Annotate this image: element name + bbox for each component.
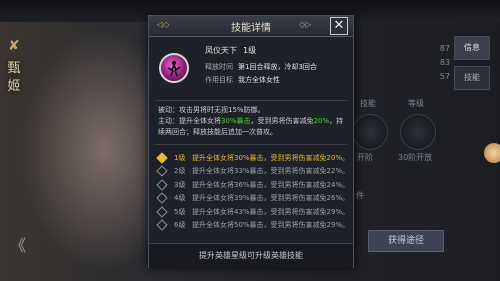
skill-section-label: 技能	[360, 99, 376, 108]
skill-header: 凤仪天下 1级 释放时间 第1回合释放，冷却3回合 作用目标 我方全体女性	[149, 37, 353, 100]
target-label: 作用目标	[205, 76, 233, 84]
release-time-row: 释放时间 第1回合释放，冷却3回合	[205, 62, 317, 72]
diamond-icon	[156, 219, 168, 231]
skill-slot[interactable]	[352, 114, 388, 150]
skill-slot-label: 开阶	[357, 153, 373, 162]
hero-name: 甄姬	[7, 61, 21, 94]
dialog-footer: 提升英雄星级可升级英雄技能	[149, 243, 353, 268]
level-row: 3级 提升全体女将36%暴击，受到男将伤害减免24%。	[155, 178, 349, 192]
dialog-title: 技能详情	[231, 23, 271, 34]
skill-name-row: 凤仪天下 1级	[205, 45, 256, 56]
level-list: 1级 提升全体女将30%暴击，受到男将伤害减免20%。 2级 提升全体女将33%暴击…	[155, 151, 349, 233]
release-time-value: 第1回合释放，冷却3回合	[238, 63, 317, 71]
tab-info[interactable]: 信息	[454, 36, 490, 60]
skill-icon	[159, 53, 189, 83]
diamond-icon	[156, 152, 168, 164]
close-button[interactable]: ✕	[330, 17, 348, 35]
level-row: 5级 提升全体女将43%暴击，受到男将伤害减免29%。	[155, 205, 349, 219]
passive-text: 被动：攻击男将时无视15%防御。	[158, 106, 265, 114]
diamond-icon	[156, 206, 168, 218]
hero-emblem-icon: ✘	[8, 38, 20, 54]
dancer-icon	[167, 60, 181, 77]
level-row: 1级 提升全体女将30%暴击，受到男将伤害减免20%。	[155, 151, 349, 165]
level-section-label: 等级	[408, 99, 424, 108]
skill-slot[interactable]	[400, 114, 436, 150]
release-time-label: 释放时间	[205, 63, 233, 71]
back-arrow-icon[interactable]: 《	[10, 232, 26, 256]
skill-detail-dialog: ◁◇ 技能详情 ◇▷ ✕ 凤仪天下 1级 释放时间 第1回合释放，冷却3回合 作用目…	[148, 15, 354, 268]
target-value: 我方全体女性	[238, 76, 280, 84]
level-row: 4级 提升全体女将39%暴击，受到男将伤害减免26%。	[155, 192, 349, 206]
level-row: 2级 提升全体女将33%暴击，受到男将伤害减免22%。	[155, 165, 349, 179]
active-text: 主动：提升全体女将30%暴击，受到男将伤害减免20%，持续两回合；释放技能后追加…	[158, 117, 344, 136]
skill-level: 1级	[243, 46, 257, 55]
obtain-button[interactable]: 获得途径	[368, 230, 444, 252]
skill-description: 被动：攻击男将时无视15%防御。 主动：提升全体女将30%暴击，受到男将伤害减免…	[158, 105, 346, 138]
tab-skills[interactable]: 技能	[454, 66, 490, 90]
target-row: 作用目标 我方全体女性	[205, 75, 280, 85]
dialog-header: ◁◇ 技能详情 ◇▷ ✕	[149, 16, 353, 37]
condition-label: 件	[356, 191, 364, 200]
level-row: 6级 提升全体女将50%暴击，受到男将伤害减免29%。	[155, 219, 349, 233]
divider	[155, 100, 347, 101]
diamond-icon	[156, 192, 168, 204]
diamond-icon	[156, 165, 168, 177]
side-tabs: 信息 技能	[454, 36, 490, 96]
diamond-icon	[156, 179, 168, 191]
orb-icon[interactable]	[484, 143, 500, 163]
skill-name: 凤仪天下	[205, 46, 237, 55]
skill-slot-label: 30阶开放	[398, 153, 433, 162]
divider	[155, 144, 347, 145]
ornament-right-icon: ◇▷	[299, 20, 312, 29]
close-icon: ✕	[333, 18, 345, 33]
